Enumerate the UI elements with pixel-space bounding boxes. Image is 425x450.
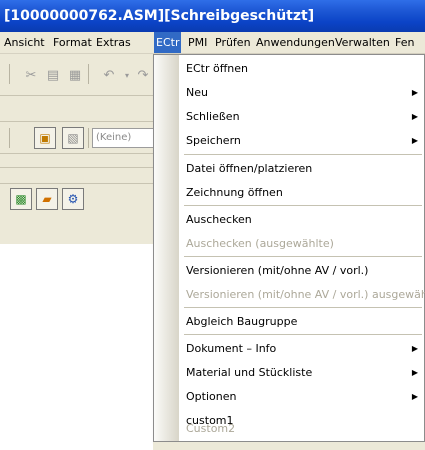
submenu-arrow-icon: ▶ xyxy=(411,368,418,377)
menu-item-auschecken[interactable]: Auschecken xyxy=(180,208,424,232)
menu-separator xyxy=(184,256,422,257)
submenu-arrow-icon: ▶ xyxy=(411,112,418,121)
menu-format[interactable]: Format xyxy=(51,32,94,53)
selection-toolbar: ▣ ▧ (Keine) xyxy=(0,122,155,154)
toolbar-separator xyxy=(9,128,10,148)
menu-separator xyxy=(184,307,422,308)
window-title: [10000000762.ASM][Schreibgeschützt] xyxy=(0,0,425,32)
menu-separator xyxy=(184,205,422,206)
toolbar-area: ✂ ▤ ▦ ↶ ▾ ↷ ▣ ▧ (Keine) ▩ ▰ ⚙ xyxy=(0,54,155,244)
menu-anwendungen[interactable]: Anwendungen xyxy=(254,32,337,53)
toolbar-separator xyxy=(9,64,10,84)
menu-item-speichern[interactable]: Speichern ▶ xyxy=(180,129,424,153)
menu-item-auschecken-ausgewaehlte[interactable]: Auschecken (ausgewählte) xyxy=(180,232,424,256)
menu-item-custom2[interactable]: Custom2 xyxy=(180,417,424,441)
menu-item-abgleich-baugruppe[interactable]: Abgleich Baugruppe xyxy=(180,310,424,334)
menu-separator xyxy=(184,334,422,335)
menu-separator xyxy=(184,154,422,155)
menu-ectr[interactable]: ECtr xyxy=(154,32,182,53)
submenu-arrow-icon: ▶ xyxy=(411,136,418,145)
open-folder-icon[interactable]: ▰ xyxy=(36,188,58,210)
toolbar-separator xyxy=(88,64,89,84)
submenu-arrow-icon: ▶ xyxy=(411,88,418,97)
select-filter-icon[interactable]: ▧ xyxy=(62,127,84,149)
menu-item-material-stueckliste[interactable]: Material und Stückliste ▶ xyxy=(180,361,424,385)
submenu-arrow-icon: ▶ xyxy=(411,344,418,353)
properties-icon[interactable]: ▣ xyxy=(34,127,56,149)
toolbar-strip xyxy=(0,168,155,184)
submenu-arrow-icon: ▶ xyxy=(411,392,418,401)
settings-icon[interactable]: ⚙ xyxy=(62,188,84,210)
ectr-menu: ECtr öffnen Neu ▶ Schließen ▶ Speichern ▶ D… xyxy=(153,54,425,442)
menu-item-versionieren-ausgewaehlte[interactable]: Versionieren (mit/ohne AV / vorl.) ausge… xyxy=(180,283,425,307)
menu-item-optionen[interactable]: Optionen ▶ xyxy=(180,385,424,409)
status-strip xyxy=(153,442,425,450)
menu-item-zeichnung-oeffnen[interactable]: Zeichnung öffnen xyxy=(180,181,424,205)
undo-icon[interactable]: ↶ xyxy=(100,66,118,84)
color-palette-icon[interactable]: ▩ xyxy=(10,188,32,210)
menu-ansicht[interactable]: Ansicht xyxy=(2,32,47,53)
menu-item-ectr-oeffnen[interactable]: ECtr öffnen xyxy=(180,57,424,81)
menu-fenster[interactable]: Fen xyxy=(393,32,416,53)
edit-toolbar: ✂ ▤ ▦ ↶ ▾ ↷ xyxy=(0,54,155,96)
menu-item-dokument-info[interactable]: Dokument – Info ▶ xyxy=(180,337,424,361)
menu-pruefen[interactable]: Prüfen xyxy=(213,32,253,53)
toolbar-separator xyxy=(88,128,89,148)
filter-dropdown[interactable]: (Keine) xyxy=(92,128,154,148)
menu-gutter xyxy=(154,55,179,441)
copy-icon[interactable]: ▤ xyxy=(44,66,62,84)
redo-icon[interactable]: ↷ xyxy=(134,66,152,84)
paste-icon[interactable]: ▦ xyxy=(66,66,84,84)
menu-extras[interactable]: Extras xyxy=(94,32,133,53)
menu-item-schliessen[interactable]: Schließen ▶ xyxy=(180,105,424,129)
menu-pmi[interactable]: PMI xyxy=(186,32,209,53)
workspace xyxy=(0,244,155,450)
toolbar-strip xyxy=(0,154,155,168)
assembly-toolbar: ▩ ▰ ⚙ xyxy=(0,184,155,214)
menu-item-neu[interactable]: Neu ▶ xyxy=(180,81,424,105)
menu-item-versionieren[interactable]: Versionieren (mit/ohne AV / vorl.) xyxy=(180,259,424,283)
scissors-icon[interactable]: ✂ xyxy=(22,66,40,84)
menu-item-datei-oeffnen[interactable]: Datei öffnen/platzieren xyxy=(180,157,424,181)
menu-bar: Ansicht Format Extras ECtr PMI Prüfen An… xyxy=(0,32,425,54)
menu-verwalten[interactable]: Verwalten xyxy=(333,32,392,53)
toolbar-strip xyxy=(0,96,155,122)
